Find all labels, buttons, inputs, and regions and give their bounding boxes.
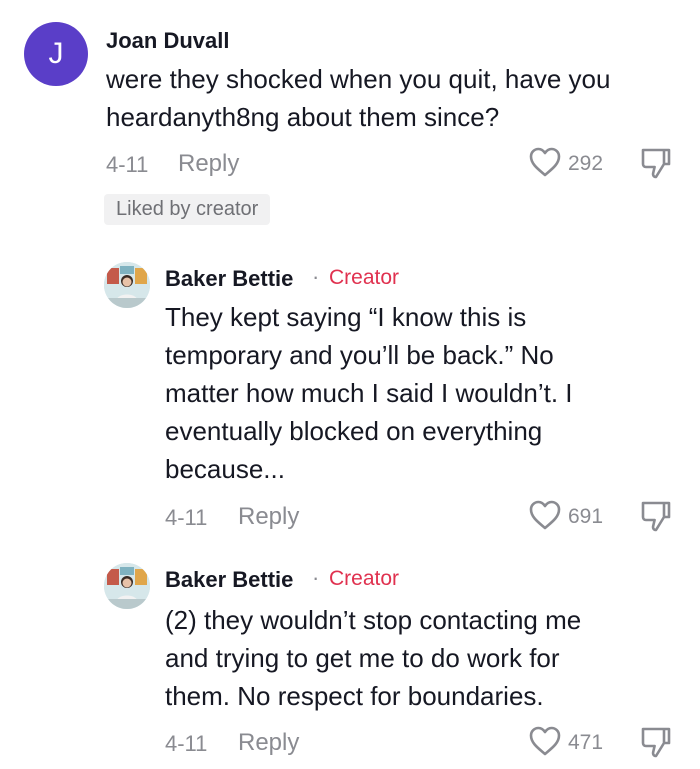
comment-text-line: matter how much I said I wouldn’t. I	[165, 378, 573, 408]
comment-date: 4-11	[165, 731, 208, 756]
comment-text-line: (2) they wouldn’t stop contacting me	[165, 605, 582, 635]
avatar[interactable]	[104, 563, 150, 609]
like-button[interactable]	[528, 725, 562, 757]
comment-text-line: eventually blocked on everything	[165, 416, 543, 446]
comment-text-line: because...	[165, 454, 285, 484]
liked-by-creator-badge: Liked by creator	[104, 194, 271, 225]
like-button[interactable]	[528, 499, 562, 531]
comment-text: were they shocked when you quit, have yo…	[106, 60, 610, 136]
dislike-button[interactable]	[640, 499, 672, 533]
comment-text-line: heardanyth8ng about them since?	[106, 102, 500, 132]
creator-tag: Creator	[329, 567, 400, 590]
avatar[interactable]: J	[24, 22, 88, 86]
heart-outline-icon	[529, 726, 561, 756]
comment-text: (2) they wouldn’t stop contacting me and…	[165, 601, 581, 715]
avatar-photo-icon	[104, 563, 150, 609]
heart-outline-icon	[529, 147, 561, 177]
comment-username[interactable]: Baker Bettie	[165, 567, 293, 593]
avatar-letter: J	[48, 37, 64, 70]
like-count: 471	[568, 731, 604, 754]
comment-date: 4-11	[106, 152, 149, 177]
like-count: 292	[568, 152, 604, 175]
comment-text-line: them. No respect for boundaries.	[165, 681, 544, 711]
comment-username[interactable]: Baker Bettie	[165, 266, 293, 292]
thumbs-down-outline-icon	[641, 501, 671, 532]
creator-tag: Creator	[329, 266, 400, 289]
dislike-button[interactable]	[640, 146, 672, 180]
reply-button[interactable]: Reply	[178, 150, 239, 178]
comment-text-line: temporary and you’ll be back.” No	[165, 340, 554, 370]
like-count: 691	[568, 505, 604, 528]
avatar-photo-icon	[104, 262, 150, 308]
comment-username[interactable]: Joan Duvall	[106, 28, 229, 54]
thumbs-down-outline-icon	[641, 148, 671, 179]
heart-outline-icon	[529, 500, 561, 530]
comment-text-line: and trying to get me to do work for	[165, 643, 560, 673]
separator-dot: ·	[312, 565, 320, 590]
reply-button[interactable]: Reply	[238, 503, 299, 531]
comment-text: They kept saying “I know this is tempora…	[165, 298, 573, 488]
comment-date: 4-11	[165, 505, 208, 530]
dislike-button[interactable]	[640, 725, 672, 759]
comment-text-line: They kept saying “I know this is	[165, 302, 527, 332]
thumbs-down-outline-icon	[641, 727, 671, 758]
avatar[interactable]	[104, 262, 150, 308]
reply-button[interactable]: Reply	[238, 729, 299, 757]
comment-text-line: were they shocked when you quit, have yo…	[106, 64, 611, 94]
separator-dot: ·	[312, 264, 320, 289]
like-button[interactable]	[528, 146, 562, 178]
